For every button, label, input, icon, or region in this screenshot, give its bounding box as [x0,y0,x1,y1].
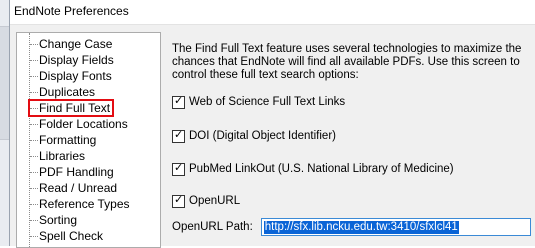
pubmed-linkout-checkbox[interactable]: ✓ [172,161,185,176]
category-label: Display Fields [39,53,114,67]
category-label: Change Case [39,37,113,51]
check-icon: ✓ [174,161,184,174]
category-item-sorting[interactable]: Sorting [29,212,80,228]
option-label: DOI (Digital Object Identifier) [189,130,336,142]
category-item-reference-types[interactable]: Reference Types [29,196,133,212]
category-label: Display Fonts [39,69,112,83]
option-label: Web of Science Full Text Links [189,96,346,108]
preferences-dialog: EndNote Preferences Change Case Display … [9,0,535,248]
category-item-find-full-text[interactable]: Find Full Text [27,99,115,117]
openurl-checkbox[interactable]: ✓ [172,193,185,208]
category-label: Folder Locations [39,117,128,131]
panel-description: The Find Full Text feature uses several … [172,43,522,81]
category-item-libraries[interactable]: Libraries [29,148,88,164]
category-item-pdf-handling[interactable]: PDF Handling [29,164,117,180]
title-bar: EndNote Preferences [10,0,535,25]
category-item-duplicates[interactable]: Duplicates [29,84,98,100]
category-item-display-fields[interactable]: Display Fields [29,52,117,68]
category-item-display-fonts[interactable]: Display Fonts [29,68,115,84]
find-full-text-panel: The Find Full Text feature uses several … [165,32,534,246]
category-label: Reference Types [39,197,130,211]
category-label: Duplicates [39,85,96,99]
option-openurl[interactable]: ✓ OpenURL [172,193,240,209]
category-item-spell-check[interactable]: Spell Check [29,228,106,244]
option-label: OpenURL [189,195,241,207]
category-label: Sorting [39,213,78,227]
option-label: PubMed LinkOut (U.S. National Library of… [189,163,454,175]
category-label: Spell Check [39,229,104,243]
check-icon: ✓ [174,128,184,141]
check-icon: ✓ [174,193,184,206]
category-item-formatting[interactable]: Formatting [29,132,99,148]
background-window-panel [0,26,9,140]
category-item-change-case[interactable]: Change Case [29,36,115,52]
option-web-of-science[interactable]: ✓ Web of Science Full Text Links [172,94,345,110]
openurl-path-row: OpenURL Path: http://sfx.lib.ncku.edu.tw… [172,217,531,237]
category-label: PDF Handling [39,165,114,179]
category-item-folder-locations[interactable]: Folder Locations [29,116,131,132]
category-label: Formatting [39,133,97,147]
option-doi[interactable]: ✓ DOI (Digital Object Identifier) [172,128,336,144]
doi-checkbox[interactable]: ✓ [172,128,185,143]
openurl-path-value: http://sfx.lib.ncku.edu.tw:3410/sfxlcl41 [263,221,459,234]
window-title: EndNote Preferences [14,4,129,18]
openurl-path-input[interactable]: http://sfx.lib.ncku.edu.tw:3410/sfxlcl41 [260,218,531,236]
category-label: Find Full Text [39,101,111,115]
dialog-body: Change Case Display Fields Display Fonts… [10,25,535,248]
category-label: Read / Unread [39,181,118,195]
category-label: Libraries [39,149,86,163]
web-of-science-checkbox[interactable]: ✓ [172,94,185,109]
openurl-path-label: OpenURL Path: [172,221,253,233]
option-pubmed-linkout[interactable]: ✓ PubMed LinkOut (U.S. National Library … [172,161,454,177]
category-list[interactable]: Change Case Display Fields Display Fonts… [16,32,161,248]
category-item-read-unread[interactable]: Read / Unread [29,180,120,196]
check-icon: ✓ [174,94,184,107]
